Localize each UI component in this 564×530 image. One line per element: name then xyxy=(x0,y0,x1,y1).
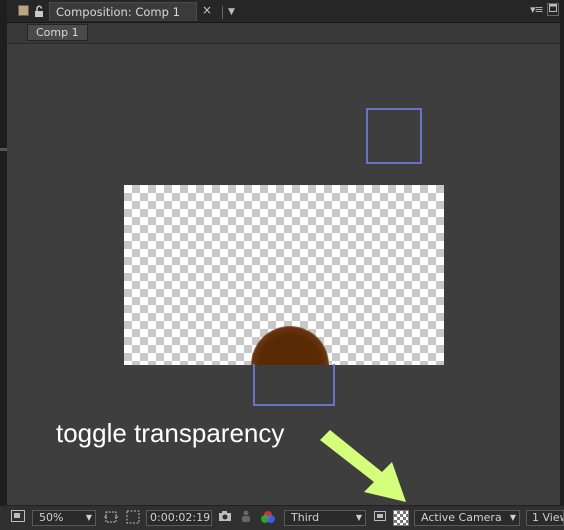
resolution-dropdown[interactable]: Third ▼ xyxy=(284,510,366,526)
composition-panel: Composition: Comp 1 ▼ × ▾≡ Comp 1 toggle… xyxy=(0,0,564,530)
chevron-down-icon: ▼ xyxy=(85,513,92,522)
region-of-interest-icon[interactable] xyxy=(102,510,120,526)
arrow-icon xyxy=(320,430,406,502)
close-icon[interactable]: × xyxy=(202,2,212,18)
fast-preview-icon[interactable] xyxy=(372,510,388,526)
zoom-dropdown[interactable]: 50% ▼ xyxy=(32,510,96,526)
tab-title: Composition: Comp 1 xyxy=(56,5,180,19)
person-icon[interactable] xyxy=(238,510,254,526)
timecode-value: 0:00:02:19 xyxy=(150,511,211,524)
camera-icon[interactable] xyxy=(216,510,234,526)
resolution-value: Third xyxy=(291,511,320,524)
label-color-swatch[interactable] xyxy=(18,5,29,16)
tab-composition[interactable]: Composition: Comp 1 ▼ xyxy=(49,2,235,21)
chevron-down-icon[interactable]: ▼ xyxy=(228,5,235,19)
panel-tab-bar: Composition: Comp 1 ▼ × ▾≡ xyxy=(0,0,564,23)
chevron-down-icon: ▼ xyxy=(355,513,362,522)
camera-dropdown[interactable]: Active Camera ▼ xyxy=(414,510,520,526)
views-dropdown[interactable]: 1 View xyxy=(526,510,564,526)
grid-icon[interactable] xyxy=(124,510,142,526)
breadcrumb-comp[interactable]: Comp 1 xyxy=(27,24,88,41)
checkerboard-icon[interactable] xyxy=(393,510,409,526)
guide-box-top[interactable] xyxy=(366,108,422,164)
rgb-channels-icon[interactable] xyxy=(258,510,278,526)
annotation-label: toggle transparency xyxy=(56,418,285,448)
composition-navigator: Comp 1 xyxy=(7,23,560,43)
lock-icon[interactable] xyxy=(32,3,46,19)
tab-separator xyxy=(222,6,223,19)
timecode-display[interactable]: 0:00:02:19 xyxy=(146,510,212,526)
camera-value: Active Camera xyxy=(421,511,502,524)
zoom-value: 50% xyxy=(39,511,64,524)
right-panel-edge xyxy=(560,0,564,530)
layer-clip xyxy=(124,185,444,365)
always-preview-icon[interactable] xyxy=(10,510,26,526)
chevron-down-icon: ▼ xyxy=(509,513,516,522)
viewer-toolbar: 50% ▼ 0:00:02:19 Third ▼ Active Camera ▼… xyxy=(0,505,564,530)
views-value: 1 View xyxy=(532,511,563,524)
left-panel-edge xyxy=(0,0,7,530)
brown-circle-layer[interactable] xyxy=(251,326,329,365)
panel-menu-icon[interactable]: ▾≡ xyxy=(530,3,544,17)
panel-minimize-icon[interactable] xyxy=(547,3,559,16)
guide-box-bottom[interactable] xyxy=(253,364,335,406)
